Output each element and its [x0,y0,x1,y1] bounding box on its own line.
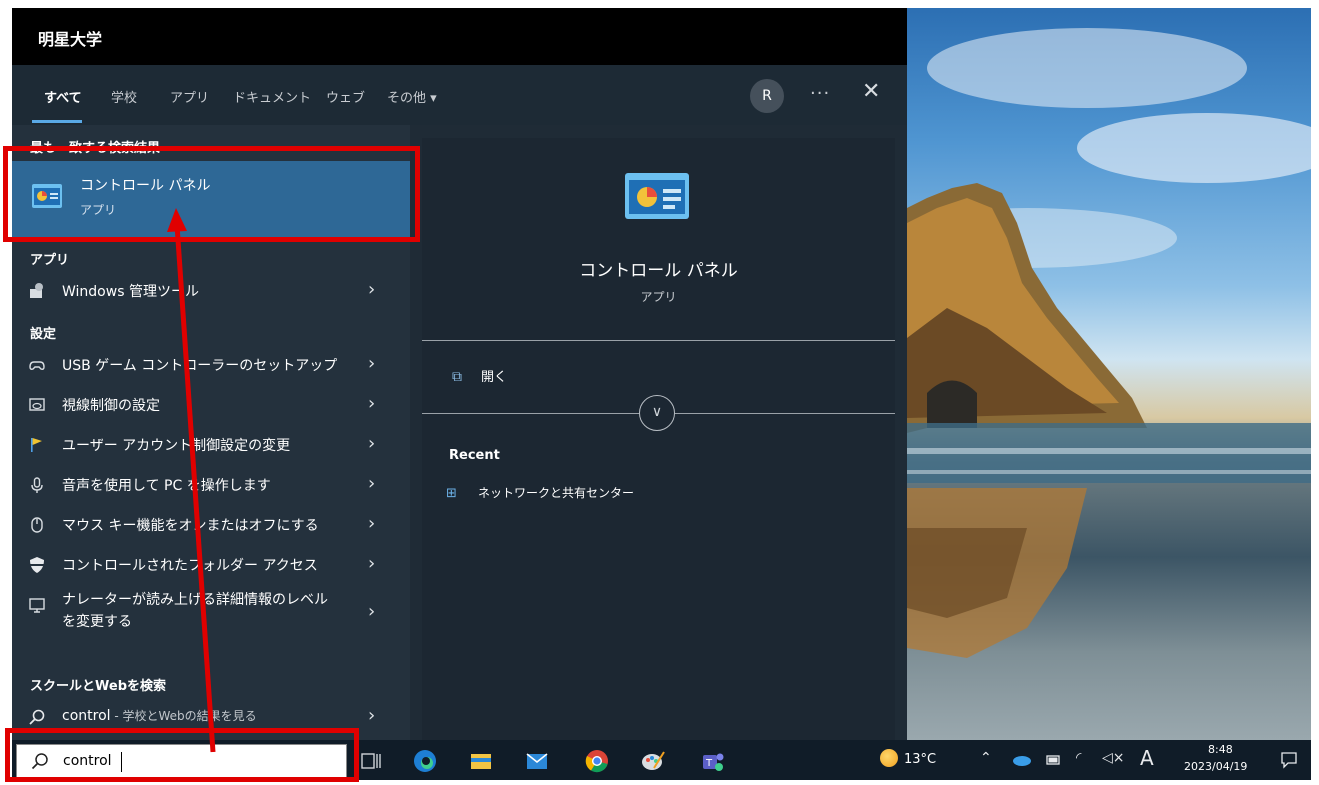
list-item[interactable]: Windows 管理ツール › [12,273,410,309]
list-item-label: ナレーターが読み上げる詳細情報のレベル を変更する [62,592,328,630]
edge-icon[interactable] [412,748,438,774]
wifi-icon[interactable]: ◜ [1076,750,1081,766]
detail-title: コントロール パネル [579,261,738,281]
search-icon [29,709,45,725]
chevron-right-icon[interactable]: › [368,353,375,374]
list-item-label: 音声を使用して PC を操作します [62,478,271,494]
weather-sun-icon [880,749,898,767]
chevron-right-icon[interactable]: › [368,473,375,494]
tab-documents[interactable]: ドキュメント [233,87,311,106]
highlight-box-search [5,728,359,782]
teams-icon[interactable]: T [700,748,726,774]
desktop-wallpaper [907,8,1311,740]
list-item-label: USB ゲーム コントローラーのセットアップ [62,358,338,374]
list-item[interactable]: ユーザー アカウント制御設定の変更 › [12,427,410,463]
settings-header: 設定 [30,327,57,342]
network-icon: ⊞ [446,486,457,501]
list-item[interactable]: USB ゲーム コントローラーのセットアップ › [12,347,410,383]
notification-icon[interactable] [1280,751,1298,769]
detail-pane: コントロール パネル アプリ ⧉ 開く ∨ Recent ⊞ ネットワークと共有セン… [422,138,895,740]
detail-subtitle: アプリ [640,290,677,304]
svg-text:T: T [705,758,713,769]
list-item[interactable]: コントロールされたフォルダー アクセス › [12,547,410,583]
recent-item[interactable]: ⊞ ネットワークと共有センター [446,484,634,501]
paint-icon[interactable] [640,748,666,774]
organization-header: 明星大学 [12,8,907,65]
list-item-label: マウス キー機能をオンまたはオフにする [62,518,319,534]
more-options-button[interactable]: ··· [810,83,830,104]
open-button[interactable]: ⧉ 開く [452,366,507,385]
mouse-icon [31,517,43,533]
tab-more[interactable]: その他 ▾ [387,87,437,106]
chevron-right-icon[interactable]: › [368,279,375,300]
chevron-right-icon[interactable]: › [368,513,375,534]
list-item[interactable]: マウス キー機能をオンまたはオフにする › [12,507,410,543]
clock-time[interactable]: 8:48 [1208,743,1233,756]
list-item[interactable]: ナレーターが読み上げる詳細情報のレベル を変更する › [12,587,410,639]
chrome-icon[interactable] [584,748,610,774]
open-icon: ⧉ [452,369,462,385]
clock-date[interactable]: 2023/04/19 [1184,760,1247,773]
microphone-icon [31,477,43,493]
list-item-label: Windows 管理ツール [62,284,199,300]
chevron-right-icon[interactable]: › [368,601,375,622]
highlight-box-best-match [3,146,420,242]
gamepad-icon [29,361,45,370]
organization-name: 明星大学 [38,30,103,49]
onedrive-icon[interactable] [1012,754,1032,766]
weather-widget[interactable]: 13°C [880,749,936,767]
tab-all[interactable]: すべて [44,87,82,106]
start-menu: 明星大学 すべて 学校 アプリ ドキュメント ウェブ その他 ▾ R ··· ✕… [12,8,907,740]
file-explorer-icon[interactable] [468,748,494,774]
eye-control-icon [29,398,45,411]
admin-tools-icon [30,283,43,298]
expand-button[interactable]: ∨ [639,395,675,431]
show-hidden-icons-chevron-icon[interactable]: ⌃ [980,750,992,766]
divider [422,340,895,341]
task-view-icon[interactable] [358,748,384,774]
tab-web[interactable]: ウェブ [326,87,365,106]
apps-header: アプリ [30,253,70,268]
tab-apps[interactable]: アプリ [170,87,209,106]
flag-icon [31,438,42,452]
list-item-label: コントロールされたフォルダー アクセス [62,558,318,574]
tab-school[interactable]: 学校 [111,87,137,106]
recent-header: Recent [449,448,500,463]
control-panel-icon [625,173,689,219]
ime-mode-indicator[interactable]: A [1140,746,1154,770]
battery-icon[interactable] [1046,753,1062,767]
speaker-muted-icon[interactable]: ◁× [1102,750,1125,766]
chevron-right-icon[interactable]: › [368,433,375,454]
list-item-label: 視線制御の設定 [62,398,160,414]
list-item-label: ユーザー アカウント制御設定の変更 [62,438,291,454]
active-tab-indicator [32,120,82,123]
search-filter-bar: すべて 学校 アプリ ドキュメント ウェブ その他 ▾ R ··· ✕ [12,65,907,125]
chevron-right-icon[interactable]: › [368,705,375,726]
shield-icon [30,557,44,573]
list-item[interactable]: 音声を使用して PC を操作します › [12,467,410,503]
chevron-right-icon[interactable]: › [368,393,375,414]
mail-icon[interactable] [524,748,550,774]
chevron-right-icon[interactable]: › [368,553,375,574]
avatar[interactable]: R [750,79,784,113]
web-search-label: control - 学校とWebの結果を見る [62,708,257,724]
web-search-header: スクールとWebを検索 [30,679,166,694]
close-button[interactable]: ✕ [862,79,880,105]
list-item[interactable]: 視線制御の設定 › [12,387,410,423]
narrator-icon [29,598,45,613]
